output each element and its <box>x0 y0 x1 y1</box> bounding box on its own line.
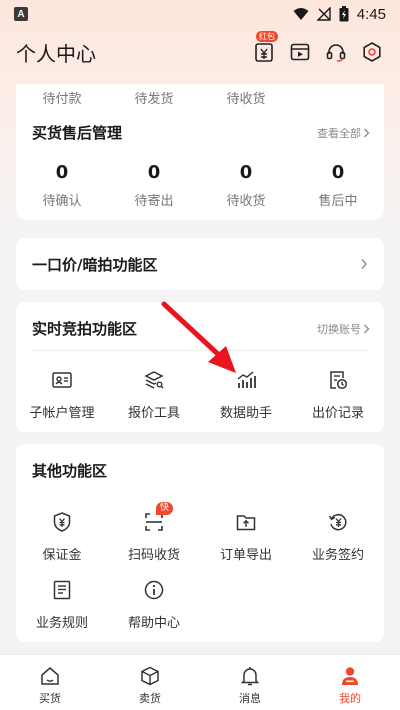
person-icon <box>342 667 358 685</box>
record-clock-icon <box>330 371 348 390</box>
live-auction-title: 实时竞拍功能区 <box>32 320 138 338</box>
business-contract-button[interactable]: 业务签约 <box>292 510 384 563</box>
page-title: 个人中心 <box>16 41 96 66</box>
order-status-pending-payment[interactable]: 待付款 <box>16 88 108 107</box>
deposit-button[interactable]: 保证金 <box>16 510 108 563</box>
stat-label: 待寄出 <box>134 194 174 209</box>
grid-item-label: 保证金 <box>42 548 82 563</box>
nav-buy[interactable]: 买货 <box>0 655 100 710</box>
shield-yen-icon <box>53 512 71 532</box>
view-all-link[interactable]: 查看全部 <box>317 125 370 141</box>
bid-record-button[interactable]: 出价记录 <box>292 368 384 421</box>
grid-item-label: 业务规则 <box>35 616 88 631</box>
nav-messages[interactable]: 消息 <box>200 655 300 710</box>
headset-icon <box>326 44 346 62</box>
sub-account-management-button[interactable]: 子帐户管理 <box>16 368 108 421</box>
receipt-icon <box>53 580 71 600</box>
stat-label: 待确认 <box>42 194 82 209</box>
aftersale-title: 买货售后管理 <box>32 124 123 142</box>
live-auction-card: 实时竞拍功能区 切换账号 子帐户管理 报价工具 数据助手 出价记录 <box>16 302 384 432</box>
chevron-right-icon <box>364 324 370 333</box>
video-icon <box>290 43 310 61</box>
aftersale-stat-to-send[interactable]: 0 待寄出 <box>108 162 200 209</box>
view-all-label: 查看全部 <box>317 126 361 140</box>
aftersale-stat-in-progress[interactable]: 0 售后中 <box>292 162 384 209</box>
bottom-navigation: 买货 卖货 消息 我的 <box>0 654 400 710</box>
other-functions-title: 其他功能区 <box>32 462 108 480</box>
stat-count: 0 <box>55 162 69 183</box>
chevron-right-icon <box>361 259 367 269</box>
divider <box>32 350 368 351</box>
grid-item-label: 数据助手 <box>219 406 272 421</box>
scan-receive-button[interactable]: 快 扫码收货 <box>108 502 200 563</box>
order-status-pending-receipt[interactable]: 待收货 <box>200 88 292 107</box>
battery-icon <box>339 6 349 22</box>
grid-item-label: 订单导出 <box>219 548 272 563</box>
nav-sell[interactable]: 卖货 <box>100 655 200 710</box>
order-status-pending-shipment[interactable]: 待发货 <box>108 88 200 107</box>
bar-chart-trend-icon <box>237 371 256 388</box>
stat-label: 待收货 <box>226 194 266 209</box>
switch-account-link[interactable]: 切换账号 <box>317 321 370 337</box>
chevron-right-icon <box>364 128 370 137</box>
fixed-price-section-button[interactable]: 一口价/暗拍功能区 <box>16 238 384 290</box>
home-icon <box>41 667 59 685</box>
box-icon <box>141 666 159 686</box>
switch-account-label: 切换账号 <box>317 322 361 336</box>
grid-item-label: 子帐户管理 <box>29 406 95 421</box>
app-notification-icon: A <box>14 7 28 21</box>
nav-label: 卖货 <box>139 692 161 705</box>
stat-count: 0 <box>147 162 161 183</box>
nav-label: 买货 <box>39 692 61 705</box>
fixed-price-title: 一口价/暗拍功能区 <box>32 255 158 274</box>
help-center-button[interactable]: 帮助中心 <box>108 578 200 631</box>
data-assistant-button[interactable]: 数据助手 <box>200 368 292 421</box>
wallet-button[interactable]: 红包 <box>252 31 278 64</box>
video-button[interactable] <box>288 40 312 64</box>
quote-tool-button[interactable]: 报价工具 <box>108 368 200 421</box>
settings-button[interactable] <box>360 40 384 64</box>
grid-item-label: 业务签约 <box>311 548 364 563</box>
yen-wallet-icon <box>255 43 273 62</box>
layers-search-icon <box>144 371 164 389</box>
stat-count: 0 <box>331 162 345 183</box>
folder-export-icon <box>236 515 256 531</box>
grid-item-label: 报价工具 <box>127 406 180 421</box>
id-card-icon <box>52 372 72 388</box>
wifi-icon <box>293 8 309 20</box>
order-export-button[interactable]: 订单导出 <box>200 510 292 563</box>
grid-item-label: 扫码收货 <box>127 548 180 563</box>
quick-badge: 快 <box>156 502 174 515</box>
orders-card: 待付款 待发货 待收货 买货售后管理 查看全部 0 待确认 0 待寄出 0 待收… <box>16 84 384 220</box>
grid-item-label: 帮助中心 <box>127 616 180 631</box>
gear-icon <box>363 42 381 62</box>
no-signal-icon <box>316 7 331 21</box>
status-bar: A 4:45 <box>0 0 400 28</box>
nav-mine[interactable]: 我的 <box>300 655 400 710</box>
customer-service-button[interactable] <box>324 40 348 64</box>
page-header: 个人中心 红包 <box>0 30 400 74</box>
other-functions-card: 其他功能区 保证金 快 扫码收货 订单导出 业务签约 业务规则 帮助中心 <box>16 444 384 642</box>
grid-item-label: 出价记录 <box>311 406 364 421</box>
aftersale-stat-to-confirm[interactable]: 0 待确认 <box>16 162 108 209</box>
info-icon <box>144 580 164 600</box>
stat-count: 0 <box>239 162 253 183</box>
clock: 4:45 <box>356 5 386 23</box>
aftersale-stat-to-receive[interactable]: 0 待收货 <box>200 162 292 209</box>
business-rules-button[interactable]: 业务规则 <box>16 578 108 631</box>
bell-icon <box>240 667 260 686</box>
wallet-badge: 红包 <box>256 31 278 42</box>
refresh-yen-icon <box>328 513 347 531</box>
nav-label: 消息 <box>239 692 261 705</box>
nav-label: 我的 <box>339 692 361 705</box>
stat-label: 售后中 <box>318 194 358 209</box>
